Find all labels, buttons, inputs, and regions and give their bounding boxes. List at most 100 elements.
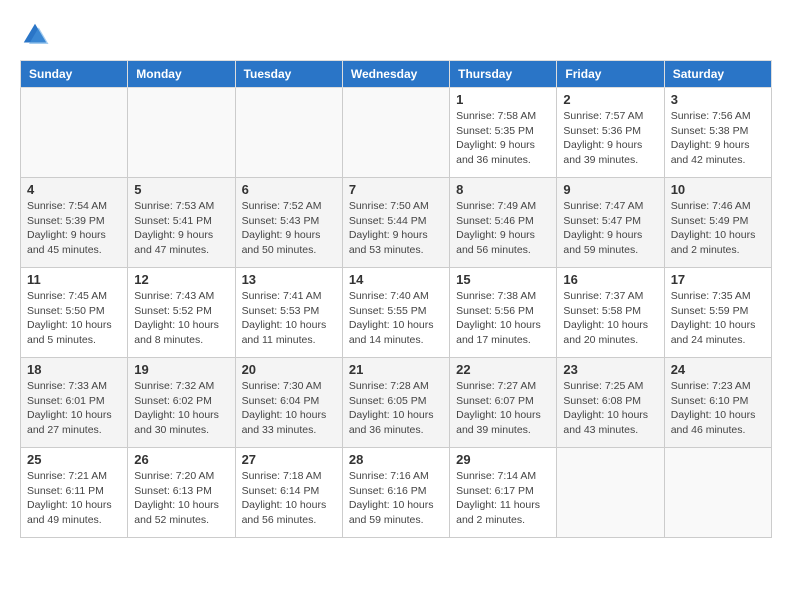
day-number: 18 bbox=[27, 362, 121, 377]
day-detail: Sunrise: 7:21 AM Sunset: 6:11 PM Dayligh… bbox=[27, 469, 121, 528]
day-number: 22 bbox=[456, 362, 550, 377]
day-number: 19 bbox=[134, 362, 228, 377]
calendar-day-cell: 22 Sunrise: 7:27 AM Sunset: 6:07 PM Dayli… bbox=[450, 358, 557, 448]
page-header bbox=[20, 20, 772, 50]
day-number: 29 bbox=[456, 452, 550, 467]
calendar-day-cell: 7Sunrise: 7:50 AM Sunset: 5:44 PM Daylig… bbox=[342, 178, 449, 268]
day-detail: Sunrise: 7:23 AM Sunset: 6:10 PM Dayligh… bbox=[671, 379, 765, 438]
day-number: 24 bbox=[671, 362, 765, 377]
calendar-day-cell bbox=[664, 448, 771, 538]
calendar-day-cell: 27 Sunrise: 7:18 AM Sunset: 6:14 PM Dayli… bbox=[235, 448, 342, 538]
day-detail: Sunrise: 7:53 AM Sunset: 5:41 PM Dayligh… bbox=[134, 199, 228, 258]
day-detail: Sunrise: 7:28 AM Sunset: 6:05 PM Dayligh… bbox=[349, 379, 443, 438]
calendar-week-row: 1 Sunrise: 7:58 AM Sunset: 5:35 PM Daylig… bbox=[21, 88, 772, 178]
calendar-day-cell: 6Sunrise: 7:52 AM Sunset: 5:43 PM Daylig… bbox=[235, 178, 342, 268]
day-detail: Sunrise: 7:56 AM Sunset: 5:38 PM Dayligh… bbox=[671, 109, 765, 168]
day-detail: Sunrise: 7:41 AM Sunset: 5:53 PM Dayligh… bbox=[242, 289, 336, 348]
day-number: 28 bbox=[349, 452, 443, 467]
calendar-table: SundayMondayTuesdayWednesdayThursdayFrid… bbox=[20, 60, 772, 538]
calendar-week-row: 18Sunrise: 7:33 AM Sunset: 6:01 PM Dayli… bbox=[21, 358, 772, 448]
day-detail: Sunrise: 7:49 AM Sunset: 5:46 PM Dayligh… bbox=[456, 199, 550, 258]
calendar-day-cell: 29 Sunrise: 7:14 AM Sunset: 6:17 PM Dayli… bbox=[450, 448, 557, 538]
day-detail: Sunrise: 7:38 AM Sunset: 5:56 PM Dayligh… bbox=[456, 289, 550, 348]
day-number: 4 bbox=[27, 182, 121, 197]
day-detail: Sunrise: 7:45 AM Sunset: 5:50 PM Dayligh… bbox=[27, 289, 121, 348]
calendar-day-cell: 3Sunrise: 7:56 AM Sunset: 5:38 PM Daylig… bbox=[664, 88, 771, 178]
day-number: 16 bbox=[563, 272, 657, 287]
calendar-day-cell: 14 Sunrise: 7:40 AM Sunset: 5:55 PM Dayli… bbox=[342, 268, 449, 358]
calendar-day-cell: 15 Sunrise: 7:38 AM Sunset: 5:56 PM Dayli… bbox=[450, 268, 557, 358]
calendar-day-cell: 9Sunrise: 7:47 AM Sunset: 5:47 PM Daylig… bbox=[557, 178, 664, 268]
day-number: 23 bbox=[563, 362, 657, 377]
day-number: 15 bbox=[456, 272, 550, 287]
day-number: 12 bbox=[134, 272, 228, 287]
calendar-day-cell: 23 Sunrise: 7:25 AM Sunset: 6:08 PM Dayli… bbox=[557, 358, 664, 448]
day-number: 1 bbox=[456, 92, 550, 107]
day-detail: Sunrise: 7:46 AM Sunset: 5:49 PM Dayligh… bbox=[671, 199, 765, 258]
day-detail: Sunrise: 7:58 AM Sunset: 5:35 PM Dayligh… bbox=[456, 109, 550, 168]
calendar-day-cell: 25 Sunrise: 7:21 AM Sunset: 6:11 PM Dayli… bbox=[21, 448, 128, 538]
calendar-day-cell: 16 Sunrise: 7:37 AM Sunset: 5:58 PM Dayli… bbox=[557, 268, 664, 358]
day-detail: Sunrise: 7:50 AM Sunset: 5:44 PM Dayligh… bbox=[349, 199, 443, 258]
day-number: 26 bbox=[134, 452, 228, 467]
weekday-header: Saturday bbox=[664, 61, 771, 88]
calendar-day-cell: 11 Sunrise: 7:45 AM Sunset: 5:50 PM Dayli… bbox=[21, 268, 128, 358]
day-detail: Sunrise: 7:27 AM Sunset: 6:07 PM Dayligh… bbox=[456, 379, 550, 438]
day-number: 20 bbox=[242, 362, 336, 377]
calendar-day-cell bbox=[21, 88, 128, 178]
day-detail: Sunrise: 7:30 AM Sunset: 6:04 PM Dayligh… bbox=[242, 379, 336, 438]
weekday-header: Sunday bbox=[21, 61, 128, 88]
day-number: 8 bbox=[456, 182, 550, 197]
calendar-day-cell: 8 Sunrise: 7:49 AM Sunset: 5:46 PM Daylig… bbox=[450, 178, 557, 268]
logo-icon bbox=[20, 20, 50, 50]
calendar-day-cell: 5Sunrise: 7:53 AM Sunset: 5:41 PM Daylig… bbox=[128, 178, 235, 268]
calendar-week-row: 4 Sunrise: 7:54 AM Sunset: 5:39 PM Daylig… bbox=[21, 178, 772, 268]
day-number: 14 bbox=[349, 272, 443, 287]
day-detail: Sunrise: 7:35 AM Sunset: 5:59 PM Dayligh… bbox=[671, 289, 765, 348]
calendar-day-cell: 21 Sunrise: 7:28 AM Sunset: 6:05 PM Dayli… bbox=[342, 358, 449, 448]
calendar-day-cell: 26 Sunrise: 7:20 AM Sunset: 6:13 PM Dayli… bbox=[128, 448, 235, 538]
logo bbox=[20, 20, 54, 50]
day-detail: Sunrise: 7:32 AM Sunset: 6:02 PM Dayligh… bbox=[134, 379, 228, 438]
day-number: 27 bbox=[242, 452, 336, 467]
calendar-day-cell: 2 Sunrise: 7:57 AM Sunset: 5:36 PM Daylig… bbox=[557, 88, 664, 178]
day-number: 11 bbox=[27, 272, 121, 287]
weekday-header: Friday bbox=[557, 61, 664, 88]
weekday-header: Monday bbox=[128, 61, 235, 88]
calendar-day-cell bbox=[128, 88, 235, 178]
weekday-header: Thursday bbox=[450, 61, 557, 88]
day-detail: Sunrise: 7:40 AM Sunset: 5:55 PM Dayligh… bbox=[349, 289, 443, 348]
day-number: 2 bbox=[563, 92, 657, 107]
calendar-day-cell: 24 Sunrise: 7:23 AM Sunset: 6:10 PM Dayli… bbox=[664, 358, 771, 448]
day-detail: Sunrise: 7:18 AM Sunset: 6:14 PM Dayligh… bbox=[242, 469, 336, 528]
day-detail: Sunrise: 7:16 AM Sunset: 6:16 PM Dayligh… bbox=[349, 469, 443, 528]
calendar-day-cell: 17 Sunrise: 7:35 AM Sunset: 5:59 PM Dayli… bbox=[664, 268, 771, 358]
day-detail: Sunrise: 7:52 AM Sunset: 5:43 PM Dayligh… bbox=[242, 199, 336, 258]
day-detail: Sunrise: 7:14 AM Sunset: 6:17 PM Dayligh… bbox=[456, 469, 550, 528]
calendar-day-cell: 10 Sunrise: 7:46 AM Sunset: 5:49 PM Dayli… bbox=[664, 178, 771, 268]
day-detail: Sunrise: 7:43 AM Sunset: 5:52 PM Dayligh… bbox=[134, 289, 228, 348]
calendar-day-cell: 28 Sunrise: 7:16 AM Sunset: 6:16 PM Dayli… bbox=[342, 448, 449, 538]
calendar-day-cell: 18Sunrise: 7:33 AM Sunset: 6:01 PM Dayli… bbox=[21, 358, 128, 448]
calendar-day-cell bbox=[557, 448, 664, 538]
day-detail: Sunrise: 7:57 AM Sunset: 5:36 PM Dayligh… bbox=[563, 109, 657, 168]
day-number: 21 bbox=[349, 362, 443, 377]
calendar-day-cell: 20 Sunrise: 7:30 AM Sunset: 6:04 PM Dayli… bbox=[235, 358, 342, 448]
calendar-day-cell: 4 Sunrise: 7:54 AM Sunset: 5:39 PM Daylig… bbox=[21, 178, 128, 268]
weekday-header: Tuesday bbox=[235, 61, 342, 88]
calendar-week-row: 25 Sunrise: 7:21 AM Sunset: 6:11 PM Dayli… bbox=[21, 448, 772, 538]
day-number: 9 bbox=[563, 182, 657, 197]
day-number: 10 bbox=[671, 182, 765, 197]
calendar-day-cell bbox=[235, 88, 342, 178]
day-detail: Sunrise: 7:25 AM Sunset: 6:08 PM Dayligh… bbox=[563, 379, 657, 438]
day-number: 17 bbox=[671, 272, 765, 287]
calendar-week-row: 11 Sunrise: 7:45 AM Sunset: 5:50 PM Dayli… bbox=[21, 268, 772, 358]
day-number: 13 bbox=[242, 272, 336, 287]
day-detail: Sunrise: 7:20 AM Sunset: 6:13 PM Dayligh… bbox=[134, 469, 228, 528]
calendar-day-cell: 13 Sunrise: 7:41 AM Sunset: 5:53 PM Dayli… bbox=[235, 268, 342, 358]
calendar-header-row: SundayMondayTuesdayWednesdayThursdayFrid… bbox=[21, 61, 772, 88]
weekday-header: Wednesday bbox=[342, 61, 449, 88]
day-number: 25 bbox=[27, 452, 121, 467]
day-detail: Sunrise: 7:37 AM Sunset: 5:58 PM Dayligh… bbox=[563, 289, 657, 348]
day-detail: Sunrise: 7:54 AM Sunset: 5:39 PM Dayligh… bbox=[27, 199, 121, 258]
